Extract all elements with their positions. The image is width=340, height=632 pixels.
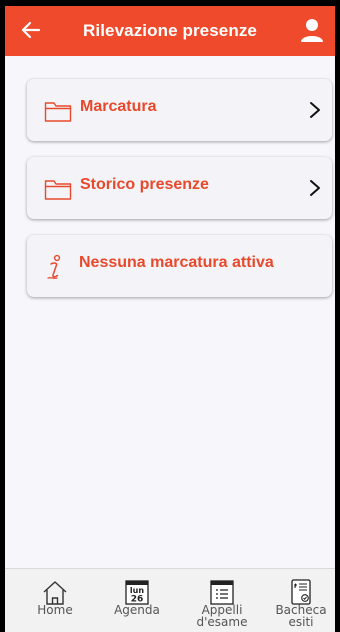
chevron-right-icon [310, 180, 320, 196]
chevron-right-icon [310, 102, 320, 118]
folder-icon [44, 180, 72, 200]
user-icon[interactable] [299, 17, 325, 43]
storico-presenze-label: Storico presenze [80, 176, 209, 193]
nav-agenda-label: Agenda [114, 603, 160, 617]
folder-icon [44, 102, 72, 122]
app-header: Rilevazione presenze [5, 6, 335, 56]
bottom-navigation: Home lun 26 Agenda Appelli d'esame Bache… [5, 568, 335, 632]
page-title: Rilevazione presenze [83, 21, 257, 40]
nav-appelli-label: Appelli d'esame [190, 604, 254, 628]
nav-appelli-label-line2: d'esame [196, 615, 248, 629]
info-icon [47, 254, 61, 279]
main-content: Marcatura Storico presenze Nessuna marca… [5, 56, 335, 568]
marcatura-status-label: Nessuna marcatura attiva [79, 254, 274, 271]
nav-appelli[interactable]: Appelli d'esame [190, 569, 254, 632]
app-screen: Rilevazione presenze Marcatura Storico p… [5, 6, 335, 632]
marcatura-button[interactable]: Marcatura [27, 79, 332, 141]
home-icon [43, 581, 67, 605]
nav-home[interactable]: Home [23, 569, 87, 632]
nav-agenda[interactable]: lun 26 Agenda [105, 569, 169, 632]
storico-presenze-button[interactable]: Storico presenze [27, 157, 332, 219]
calendar-icon: lun 26 [125, 580, 149, 605]
nav-bacheca-label-line2: esiti [288, 615, 314, 629]
nav-bacheca[interactable]: Bacheca esiti [269, 569, 333, 632]
marcatura-status-card: Nessuna marcatura attiva [27, 235, 332, 297]
marcatura-label: Marcatura [80, 98, 157, 115]
nav-home-label: Home [37, 603, 73, 617]
results-board-icon [291, 579, 311, 605]
exam-calendar-icon [210, 580, 234, 605]
nav-bacheca-label: Bacheca esiti [269, 604, 333, 628]
